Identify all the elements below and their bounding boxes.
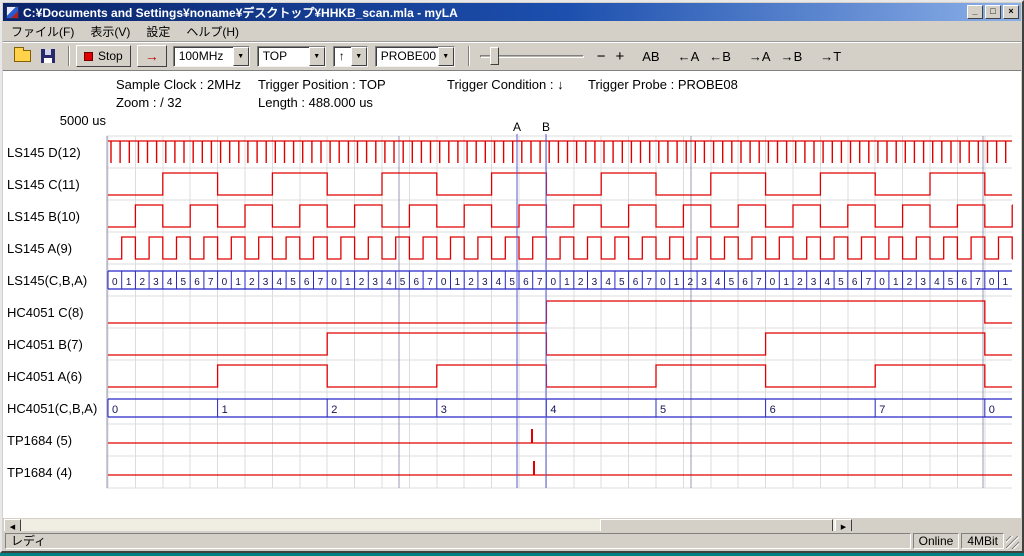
zoom-slider[interactable] [480,45,584,67]
chevron-down-icon[interactable]: ▼ [309,47,325,66]
zoom-slider-thumb[interactable] [490,47,499,65]
open-button[interactable] [10,45,34,67]
sample-clock-select[interactable]: 100MHz ▼ [173,46,250,67]
chevron-down-icon[interactable]: ▼ [351,47,367,66]
save-button[interactable] [36,45,60,67]
save-icon [41,49,55,63]
goto-a-left-button[interactable]: ←A [673,47,705,66]
open-folder-icon [14,50,31,62]
app-window: C:¥Documents and Settings¥noname¥デスクトップ¥… [0,0,1024,553]
goto-b-right-button[interactable]: →B [776,47,808,66]
toolbar-separator [68,46,70,66]
chevron-down-icon[interactable]: ▼ [233,47,249,66]
zoom-in-button[interactable]: + [610,46,629,67]
status-online: Online [913,533,960,549]
stop-button[interactable]: Stop [76,45,131,67]
resize-grip[interactable] [1006,536,1019,549]
menu-item[interactable]: 設定 [138,21,178,42]
trigger-position-select[interactable]: TOP ▼ [257,46,326,67]
statusbar: レディ Online 4MBit [3,531,1021,550]
trigger-edge-select[interactable]: ↑ ▼ [333,46,368,67]
titlebar: C:¥Documents and Settings¥noname¥デスクトップ¥… [3,3,1021,21]
trigger-edge-value: ↑ [334,47,351,66]
trigger-probe-select[interactable]: PROBE00 ▼ [375,46,455,67]
run-button[interactable]: → [137,45,167,67]
trigger-probe-value: PROBE00 [376,47,438,66]
goto-trigger-button[interactable]: →T [815,47,846,66]
toolbar-separator [468,46,470,66]
waveform-area [3,70,1021,518]
menu-item[interactable]: 表示(V) [82,21,138,42]
menubar: ファイル(F)表示(V)設定ヘルプ(H) [3,22,1021,41]
chevron-down-icon[interactable]: ▼ [438,47,454,66]
goto-a-right-button[interactable]: →A [744,47,776,66]
stop-label: Stop [98,49,123,63]
toolbar: Stop → 100MHz ▼ TOP ▼ ↑ ▼ PROBE00 ▼ − + … [3,41,1021,70]
menu-item[interactable]: ヘルプ(H) [178,21,247,42]
app-icon [6,6,19,19]
ab-button[interactable]: AB [637,47,664,66]
sample-clock-value: 100MHz [174,47,233,66]
maximize-button[interactable]: □ [985,5,1001,19]
minimize-button[interactable]: _ [967,5,983,19]
goto-b-left-button[interactable]: ←B [704,47,736,66]
stop-icon [84,52,93,61]
trigger-position-value: TOP [258,47,309,66]
window-title: C:¥Documents and Settings¥noname¥デスクトップ¥… [23,4,965,21]
menu-item[interactable]: ファイル(F) [3,21,82,42]
close-button[interactable]: × [1003,5,1019,19]
status-memory: 4MBit [961,533,1004,549]
status-ready: レディ [5,533,911,549]
run-arrow-icon: → [145,48,159,64]
zoom-out-button[interactable]: − [592,46,611,67]
